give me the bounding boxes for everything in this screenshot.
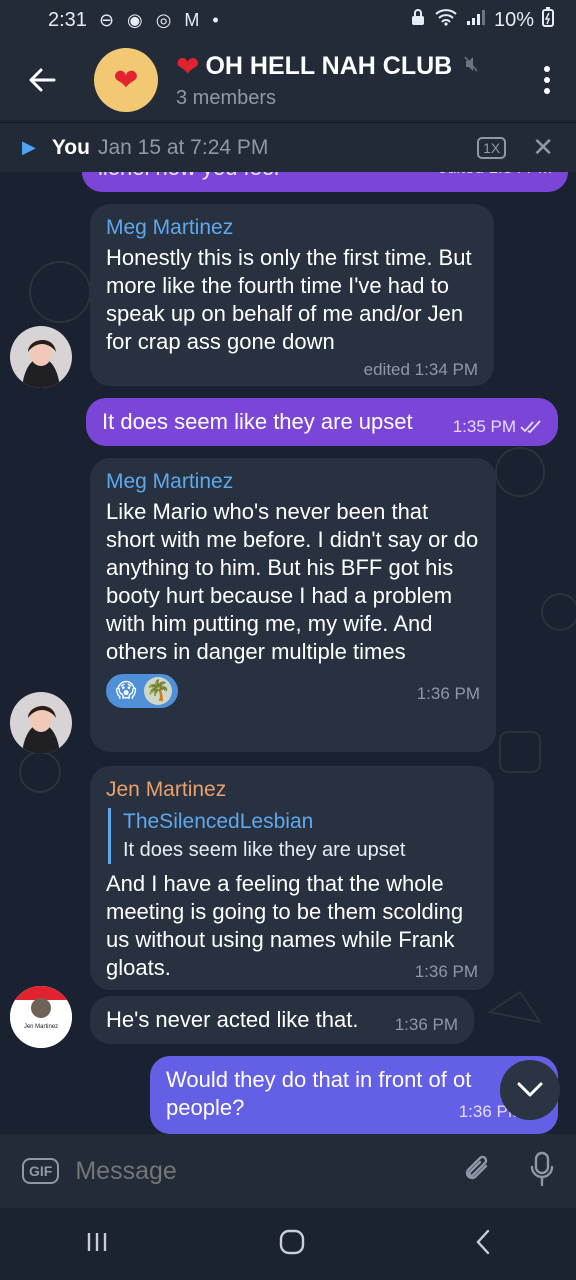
message-time: 1:36 PM	[416, 684, 480, 703]
microphone-icon[interactable]	[530, 1151, 554, 1192]
status-bar: 2:31 ⊖ ◉ ◎ M • 10%	[0, 0, 576, 40]
member-count: 3 members	[176, 87, 277, 109]
chat-title: ❤ OH HELL NAH CLUB	[176, 50, 478, 83]
playback-speed-button[interactable]: 1X	[477, 136, 507, 159]
wifi-icon	[434, 8, 458, 32]
scroll-to-bottom-button[interactable]	[500, 1060, 560, 1120]
dot	[544, 66, 550, 72]
message-bubble-incoming[interactable]: He's never acted like that. 1:36 PM	[90, 996, 474, 1044]
status-time: 2:31	[48, 8, 87, 31]
chevron-down-icon	[517, 1082, 543, 1097]
sender-name: Meg Martinez	[106, 470, 234, 493]
muted-icon	[464, 56, 478, 77]
meg-avatar[interactable]	[10, 692, 72, 754]
play-icon[interactable]: ▶	[22, 137, 36, 158]
player-author: You	[51, 135, 90, 159]
message-text: Would they do that in front of ot people…	[166, 1067, 472, 1120]
chat-header: ❤ ❤ OH HELL NAH CLUB 3 members	[0, 40, 576, 120]
status-right: 10%	[410, 7, 554, 33]
double-check-icon	[520, 413, 542, 441]
group-avatar[interactable]: ❤	[94, 48, 158, 112]
battery-level: 10%	[493, 8, 534, 31]
message-list[interactable]: ilenei now you feel edited 1:34 PM Meg M…	[0, 172, 576, 1134]
message-composer: GIF	[0, 1134, 576, 1208]
heart-icon: ❤	[113, 63, 139, 97]
message-text: He's never acted like that.	[106, 1007, 359, 1032]
back-nav-icon[interactable]	[475, 1229, 491, 1260]
sender-name: Jen Martinez	[106, 778, 227, 801]
message-time: edited 1:34 PM	[363, 360, 478, 379]
dot	[544, 77, 550, 83]
message-time: 1:35 PM	[452, 417, 516, 436]
telegram-chat-screen: 2:31 ⊖ ◉ ◎ M • 10% ❤ ❤ OH HELL NAH CLUB …	[0, 0, 576, 1280]
message-bubble-outgoing[interactable]: ilenei now you feel edited 1:34 PM	[82, 172, 568, 192]
heart-icon: ❤	[176, 51, 200, 82]
system-navigation-bar	[0, 1208, 576, 1280]
message-text: Like Mario who's never been that short w…	[106, 499, 479, 664]
quoted-author: TheSilencedLesbian	[123, 810, 314, 833]
back-button[interactable]	[22, 60, 62, 100]
message-text: Honestly this is only the first time. Bu…	[106, 245, 472, 354]
signal-icon	[466, 8, 486, 32]
battery-charging-icon	[542, 7, 554, 33]
player-date: Jan 15 at 7:24 PM	[97, 135, 269, 159]
reaction-bar[interactable]: 😱 🌴	[106, 674, 178, 708]
reply-quote[interactable]: TheSilencedLesbian It does seem like the…	[108, 808, 478, 864]
message-bubble-incoming[interactable]: Jen Martinez TheSilencedLesbian It does …	[90, 766, 494, 990]
shocked-face-emoji[interactable]: 😱	[112, 677, 140, 705]
gif-button[interactable]: GIF	[22, 1158, 60, 1184]
message-input[interactable]	[75, 1156, 426, 1186]
pinned-audio-player[interactable]: ▶ You Jan 15 at 7:24 PM 1X ✕	[0, 122, 576, 172]
more-menu-button[interactable]	[542, 66, 552, 94]
attach-icon[interactable]	[462, 1152, 492, 1191]
chat-title-block[interactable]: ❤ OH HELL NAH CLUB 3 members	[176, 50, 478, 110]
arrow-left-icon	[29, 68, 56, 92]
close-icon[interactable]: ✕	[532, 132, 554, 163]
jen-avatar[interactable]: Jen Martinez	[10, 986, 72, 1048]
sender-name: Meg Martinez	[106, 216, 234, 239]
jen-avatar-caption: Jen Martinez	[24, 1024, 58, 1030]
chat-title-text: OH HELL NAH CLUB	[205, 52, 453, 80]
meg-avatar[interactable]	[10, 326, 72, 388]
message-text: ilenei now you feel	[98, 172, 279, 182]
home-icon[interactable]	[279, 1229, 305, 1260]
quoted-text: It does seem like they are upset	[123, 839, 406, 861]
lock-icon	[410, 8, 426, 32]
reaction-user-avatar[interactable]: 🌴	[144, 677, 172, 705]
message-bubble-outgoing[interactable]: Would they do that in front of ot people…	[150, 1056, 558, 1134]
message-bubble-incoming[interactable]: Meg Martinez Like Mario who's never been…	[90, 458, 496, 752]
message-time: 1:36 PM	[394, 1015, 458, 1034]
message-bubble-incoming[interactable]: Meg Martinez Honestly this is only the f…	[90, 204, 494, 386]
dot	[544, 88, 550, 94]
message-text: It does seem like they are upset	[102, 409, 413, 434]
message-bubble-outgoing[interactable]: It does seem like they are upset 1:35 PM	[86, 398, 558, 446]
notification-icons: ⊖ ◉ ◎ M •	[98, 9, 223, 30]
recent-apps-icon[interactable]	[85, 1231, 109, 1258]
message-time: edited 1:34 PM	[438, 172, 552, 182]
